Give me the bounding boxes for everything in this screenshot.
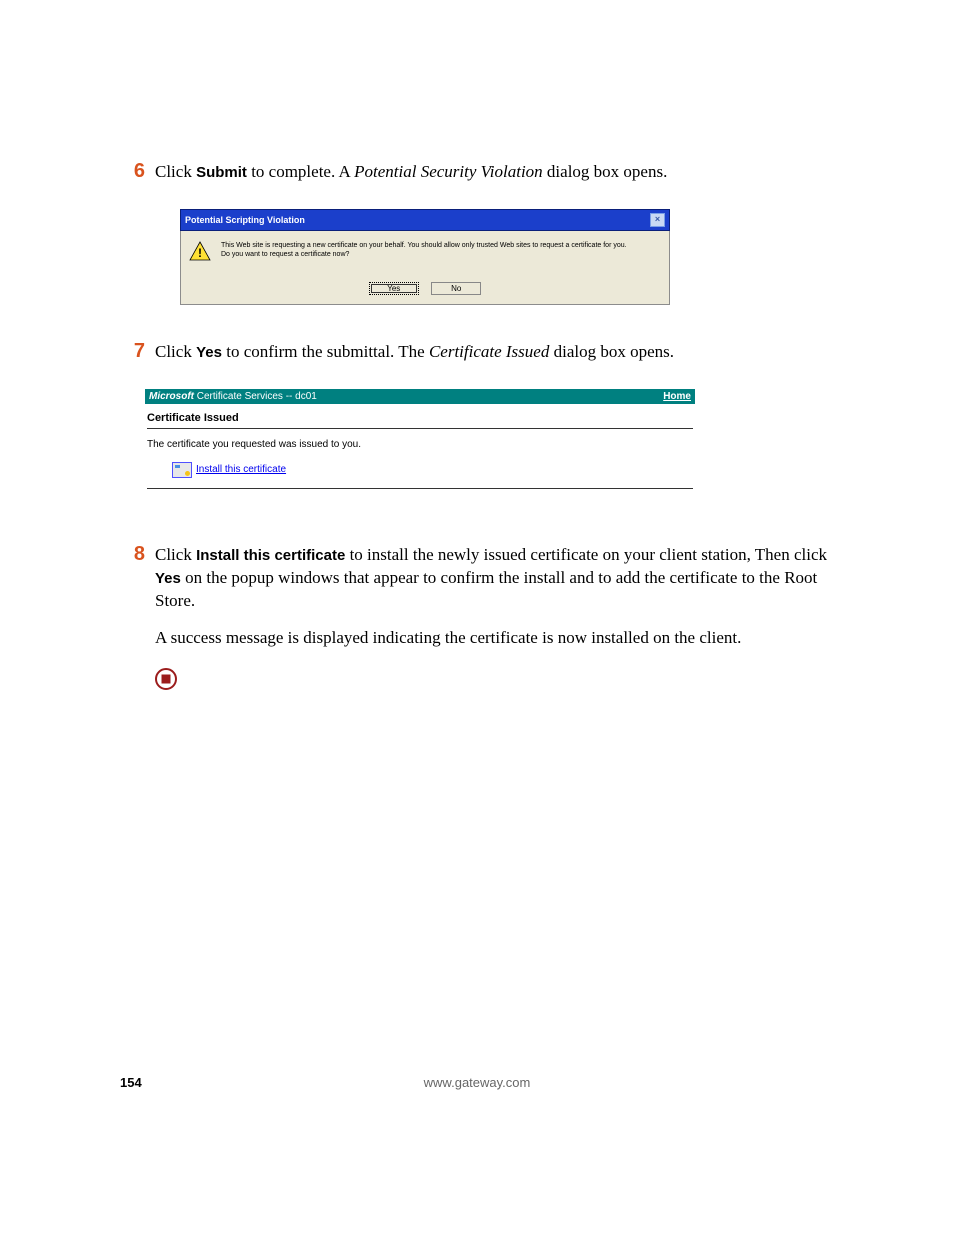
dialog-name: Certificate Issued xyxy=(429,342,549,361)
yes-label: Yes xyxy=(196,344,222,361)
certificate-issued-dialog: Microsoft Certificate Services -- dc01 H… xyxy=(145,389,695,503)
page-number: 154 xyxy=(120,1075,142,1090)
dialog-title-bar: Potential Scripting Violation × xyxy=(180,209,670,231)
text: to confirm the submittal. The xyxy=(222,342,429,361)
dialog-message: This Web site is requesting a new certif… xyxy=(221,241,627,259)
footer-url: www.gateway.com xyxy=(0,1075,954,1090)
text: to complete. A xyxy=(247,162,354,181)
install-label: Install this certificate xyxy=(196,547,345,564)
no-button[interactable]: No xyxy=(431,282,481,295)
step-6-text: Click Submit to complete. A Potential Se… xyxy=(155,161,834,184)
text: Click xyxy=(155,162,196,181)
text: to install the newly issued certificate … xyxy=(345,545,827,564)
dialog-heading: Certificate Issued xyxy=(147,412,693,424)
yes-label: Yes xyxy=(155,570,181,587)
warning-icon: ! xyxy=(189,241,211,266)
text: dialog box opens. xyxy=(549,342,674,361)
dialog-message: The certificate you requested was issued… xyxy=(147,439,693,450)
scripting-violation-dialog: Potential Scripting Violation × ! This W… xyxy=(180,209,670,305)
text: Click xyxy=(155,342,196,361)
step-number-6: 6 xyxy=(120,160,145,183)
text: Click xyxy=(155,545,196,564)
dialog-name: Potential Security Violation xyxy=(354,162,543,181)
service-label: Certificate Services -- dc01 xyxy=(194,391,317,402)
text: dialog box opens. xyxy=(543,162,668,181)
end-of-procedure-icon xyxy=(155,668,834,695)
step-7-text: Click Yes to confirm the submittal. The … xyxy=(155,341,834,364)
step-number-7: 7 xyxy=(120,340,145,363)
close-icon[interactable]: × xyxy=(650,213,665,227)
step-8-text: Click Install this certificate to instal… xyxy=(155,544,834,613)
step-number-8: 8 xyxy=(120,543,145,566)
dialog-title: Potential Scripting Violation xyxy=(185,215,305,225)
yes-button[interactable]: Yes xyxy=(369,282,419,295)
dialog-header: Microsoft Certificate Services -- dc01 H… xyxy=(145,389,695,404)
home-link[interactable]: Home xyxy=(663,391,691,402)
brand-label: Microsoft xyxy=(149,391,194,402)
certificate-icon xyxy=(172,462,192,478)
install-certificate-link[interactable]: Install this certificate xyxy=(196,464,286,475)
text: on the popup windows that appear to conf… xyxy=(155,568,817,610)
page-footer: 154 www.gateway.com xyxy=(0,1075,954,1090)
msg-line1: This Web site is requesting a new certif… xyxy=(221,241,627,250)
submit-label: Submit xyxy=(196,164,247,181)
msg-line2: Do you want to request a certificate now… xyxy=(221,250,627,259)
svg-text:!: ! xyxy=(198,246,202,260)
divider xyxy=(147,428,693,429)
step-8-para2: A success message is displayed indicatin… xyxy=(155,627,834,650)
divider xyxy=(147,488,693,489)
